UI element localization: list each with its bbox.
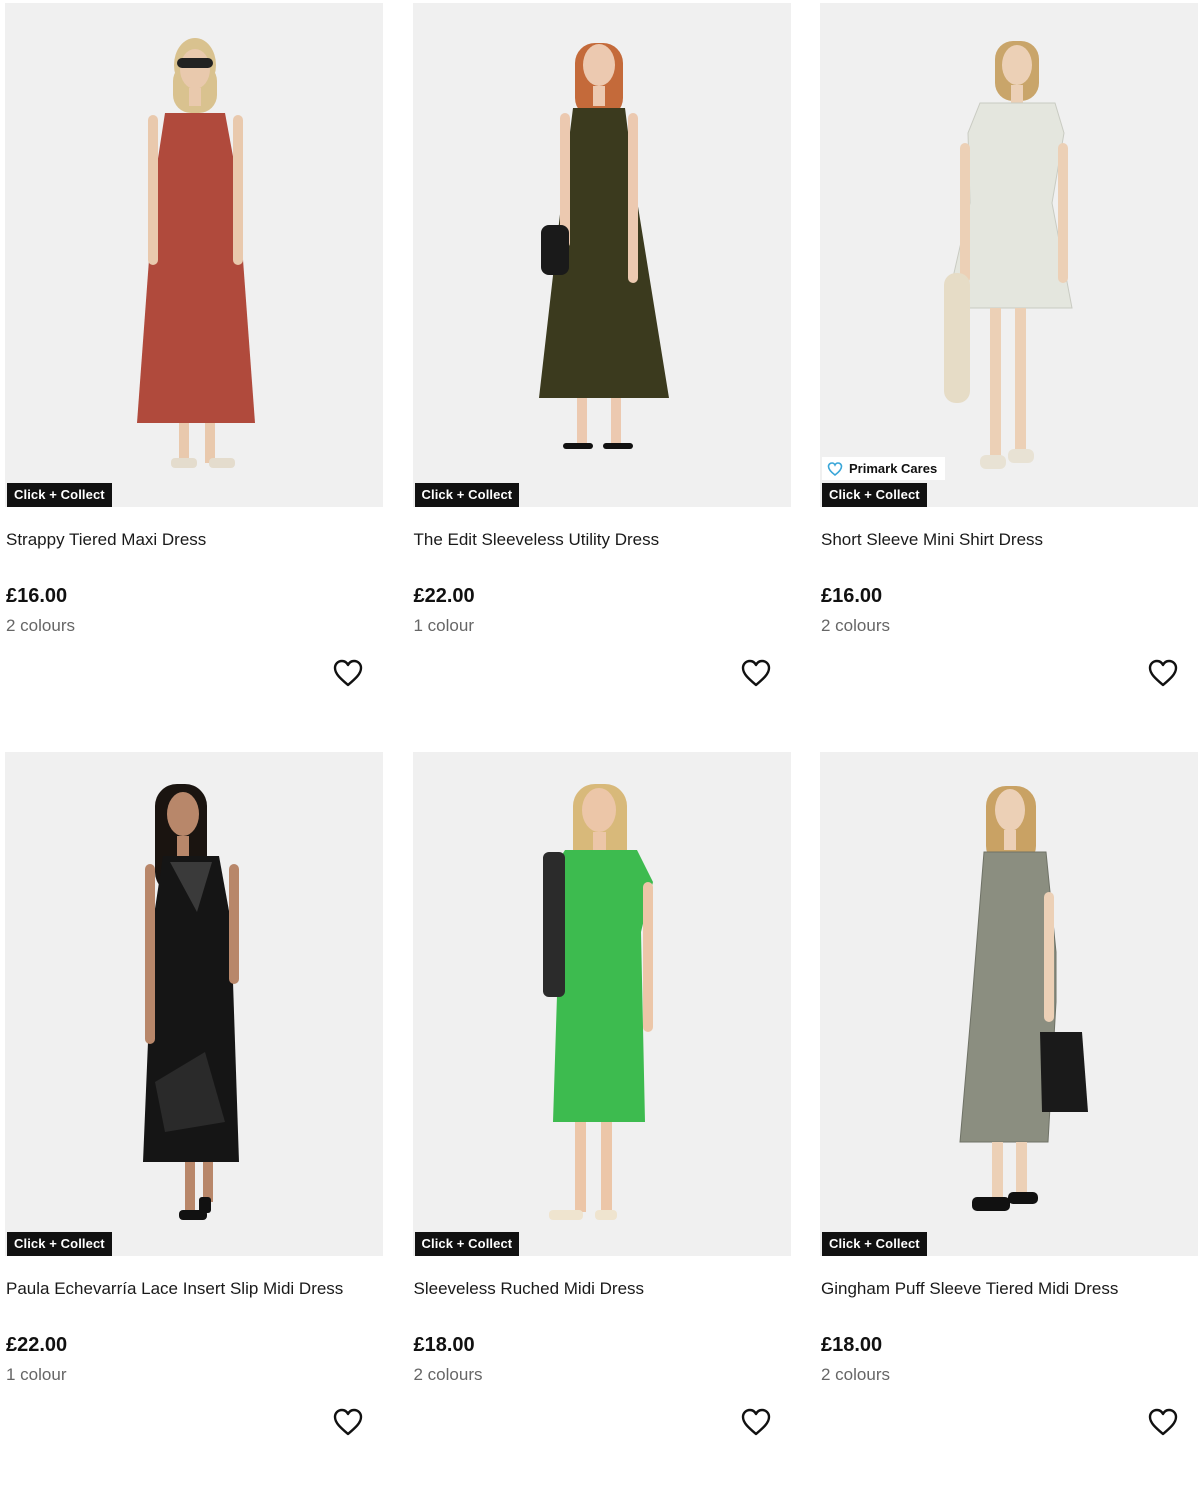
model-photo (959, 786, 1088, 1211)
heart-outline-icon (333, 659, 363, 687)
product-name[interactable]: Strappy Tiered Maxi Dress (6, 530, 206, 550)
product-colours: 2 colours (6, 616, 75, 635)
product-image[interactable]: Click + Collect (5, 3, 383, 507)
primark-cares-badge: Primark Cares (822, 457, 946, 480)
product-price: £22.00 (413, 585, 475, 607)
model-photo (944, 41, 1073, 469)
product-image[interactable]: Click + Collect (412, 752, 791, 1256)
product-image[interactable]: Click + Collect (412, 3, 791, 507)
product-name[interactable]: Gingham Puff Sleeve Tiered Midi Dress (821, 1279, 1118, 1299)
click-collect-badge: Click + Collect (822, 1232, 927, 1256)
product-colours: 2 colours (821, 1365, 890, 1384)
product-colours: 1 colour (6, 1365, 67, 1384)
primark-cares-label: Primark Cares (849, 461, 938, 476)
product-name[interactable]: The Edit Sleeveless Utility Dress (414, 530, 660, 550)
product-card[interactable]: Click + Collect Gingham Puff Sleeve Tier… (820, 752, 1198, 1501)
wishlist-button[interactable] (740, 1407, 772, 1437)
wishlist-button[interactable] (740, 658, 772, 688)
product-name[interactable]: Paula Echevarría Lace Insert Slip Midi D… (6, 1279, 343, 1299)
wishlist-button[interactable] (1147, 658, 1179, 688)
click-collect-badge: Click + Collect (822, 483, 927, 507)
product-price: £18.00 (821, 1334, 883, 1356)
click-collect-badge: Click + Collect (414, 483, 520, 507)
model-photo (137, 38, 255, 468)
click-collect-badge: Click + Collect (414, 1232, 520, 1256)
model-photo (542, 784, 653, 1220)
wishlist-button[interactable] (332, 1407, 364, 1437)
product-card[interactable]: Primark Cares Click + Collect Short Slee… (820, 3, 1198, 752)
product-card[interactable]: Click + Collect The Edit Sleeveless Util… (412, 3, 791, 752)
wishlist-button[interactable] (332, 658, 364, 688)
product-price: £18.00 (413, 1334, 475, 1356)
product-price: £16.00 (6, 585, 68, 607)
heart-outline-icon (333, 1408, 363, 1436)
product-price: £16.00 (821, 585, 883, 607)
product-colours: 1 colour (413, 616, 474, 635)
click-collect-badge: Click + Collect (7, 1232, 112, 1256)
product-price: £22.00 (6, 1334, 68, 1356)
wishlist-button[interactable] (1147, 1407, 1179, 1437)
heart-outline-icon (1148, 659, 1178, 687)
product-image[interactable]: Primark Cares Click + Collect (820, 3, 1198, 507)
product-card[interactable]: Click + Collect Paula Echevarría Lace In… (5, 752, 383, 1501)
product-card[interactable]: Click + Collect Strappy Tiered Maxi Dres… (5, 3, 383, 752)
product-grid: Click + Collect Strappy Tiered Maxi Dres… (5, 3, 1198, 1501)
product-image[interactable]: Click + Collect (820, 752, 1198, 1256)
product-image[interactable]: Click + Collect (5, 752, 383, 1256)
product-colours: 2 colours (413, 1365, 483, 1384)
model-photo (538, 43, 669, 449)
heart-outline-icon (741, 1408, 770, 1436)
heart-icon (827, 461, 843, 476)
click-collect-badge: Click + Collect (7, 483, 112, 507)
product-colours: 2 colours (821, 616, 890, 635)
heart-outline-icon (1148, 1408, 1178, 1436)
product-card[interactable]: Click + Collect Sleeveless Ruched Midi D… (412, 752, 791, 1501)
model-photo (143, 784, 239, 1220)
product-name[interactable]: Short Sleeve Mini Shirt Dress (821, 530, 1043, 550)
product-name[interactable]: Sleeveless Ruched Midi Dress (414, 1279, 645, 1299)
heart-outline-icon (741, 659, 770, 687)
